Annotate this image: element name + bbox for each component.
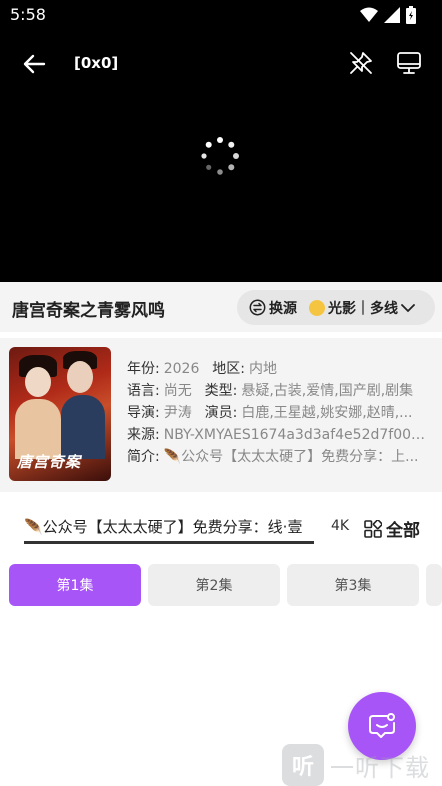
signal-icon xyxy=(384,7,400,23)
line-tab-4k[interactable]: 4K xyxy=(331,518,349,534)
episode-button[interactable]: 第1集 xyxy=(9,564,141,606)
line-tab-active[interactable]: 🪶公众号【太太太硬了】免费分享：线·壹 xyxy=(24,516,314,544)
meta-row-director-cast: 导演: 尹涛 演员: 白鹿,王星越,姚安娜,赵晴,... xyxy=(127,405,413,421)
switch-source-label: 换源 xyxy=(269,300,297,317)
chat-bubble-icon xyxy=(369,713,395,738)
cast-screen-icon[interactable] xyxy=(396,50,422,76)
episode-button[interactable]: 第3集 xyxy=(287,564,419,606)
pin-off-icon[interactable] xyxy=(348,50,374,76)
video-player[interactable]: [0x0] xyxy=(0,30,442,282)
episode-button[interactable]: 第2集 xyxy=(148,564,280,606)
back-arrow-icon[interactable] xyxy=(20,50,48,78)
grid-icon xyxy=(364,519,382,538)
meta-row-intro[interactable]: 简介: 🪶公众号【太太太硬了】免费分享：上... xyxy=(127,446,433,468)
show-title-bar: 唐宫奇案之青雾风鸣 换源 光影｜多线 xyxy=(0,282,442,332)
show-poster[interactable]: 唐宫奇案 xyxy=(9,347,111,481)
meta-row-source: 来源: NBY-XMYAES1674a3d3af4e52d7f006c... xyxy=(127,427,433,443)
line-selector: 🪶公众号【太太太硬了】免费分享：线·壹 4K 全部 xyxy=(0,506,442,548)
source-logo-icon xyxy=(309,299,325,316)
system-icons xyxy=(360,6,416,24)
all-episodes-label: 全部 xyxy=(386,521,420,541)
episode-list: 第1集 第2集 第3集 xyxy=(9,564,442,606)
switch-source-button[interactable]: 换源 xyxy=(249,298,297,318)
source-pill: 换源 光影｜多线 xyxy=(237,290,435,325)
source-selector-label: 光影｜多线 xyxy=(328,300,398,317)
episode-button-partial[interactable] xyxy=(426,564,442,606)
player-title: [0x0] xyxy=(74,54,119,72)
loading-spinner-icon xyxy=(201,137,239,175)
watermark-logo: 听 xyxy=(282,744,324,786)
show-metadata: 年份: 2026 地区: 内地 语言: 尚无 类型: 悬疑,古装,爱情,国产剧,剧集 导… xyxy=(127,358,433,468)
battery-icon xyxy=(406,6,416,24)
status-bar: 5:58 xyxy=(0,0,442,30)
swap-icon xyxy=(249,299,266,316)
source-selector[interactable]: 光影｜多线 xyxy=(309,298,415,318)
all-episodes-button[interactable]: 全部 xyxy=(364,516,420,541)
meta-row-language-genre: 语言: 尚无 类型: 悬疑,古装,爱情,国产剧,剧集 xyxy=(127,383,414,399)
chevron-down-icon xyxy=(401,303,415,312)
watermark: 听 一听下载 xyxy=(282,744,430,786)
meta-row-year-region: 年份: 2026 地区: 内地 xyxy=(127,361,277,377)
watermark-text: 一听下载 xyxy=(330,753,430,782)
show-title: 唐宫奇案之青雾风鸣 xyxy=(12,301,165,321)
wifi-icon xyxy=(360,7,378,22)
poster-title: 唐宫奇案 xyxy=(17,453,82,471)
status-time: 5:58 xyxy=(10,5,46,24)
show-info-card: 唐宫奇案 年份: 2026 地区: 内地 语言: 尚无 类型: 悬疑,古装,爱情,国产剧… xyxy=(0,338,442,492)
